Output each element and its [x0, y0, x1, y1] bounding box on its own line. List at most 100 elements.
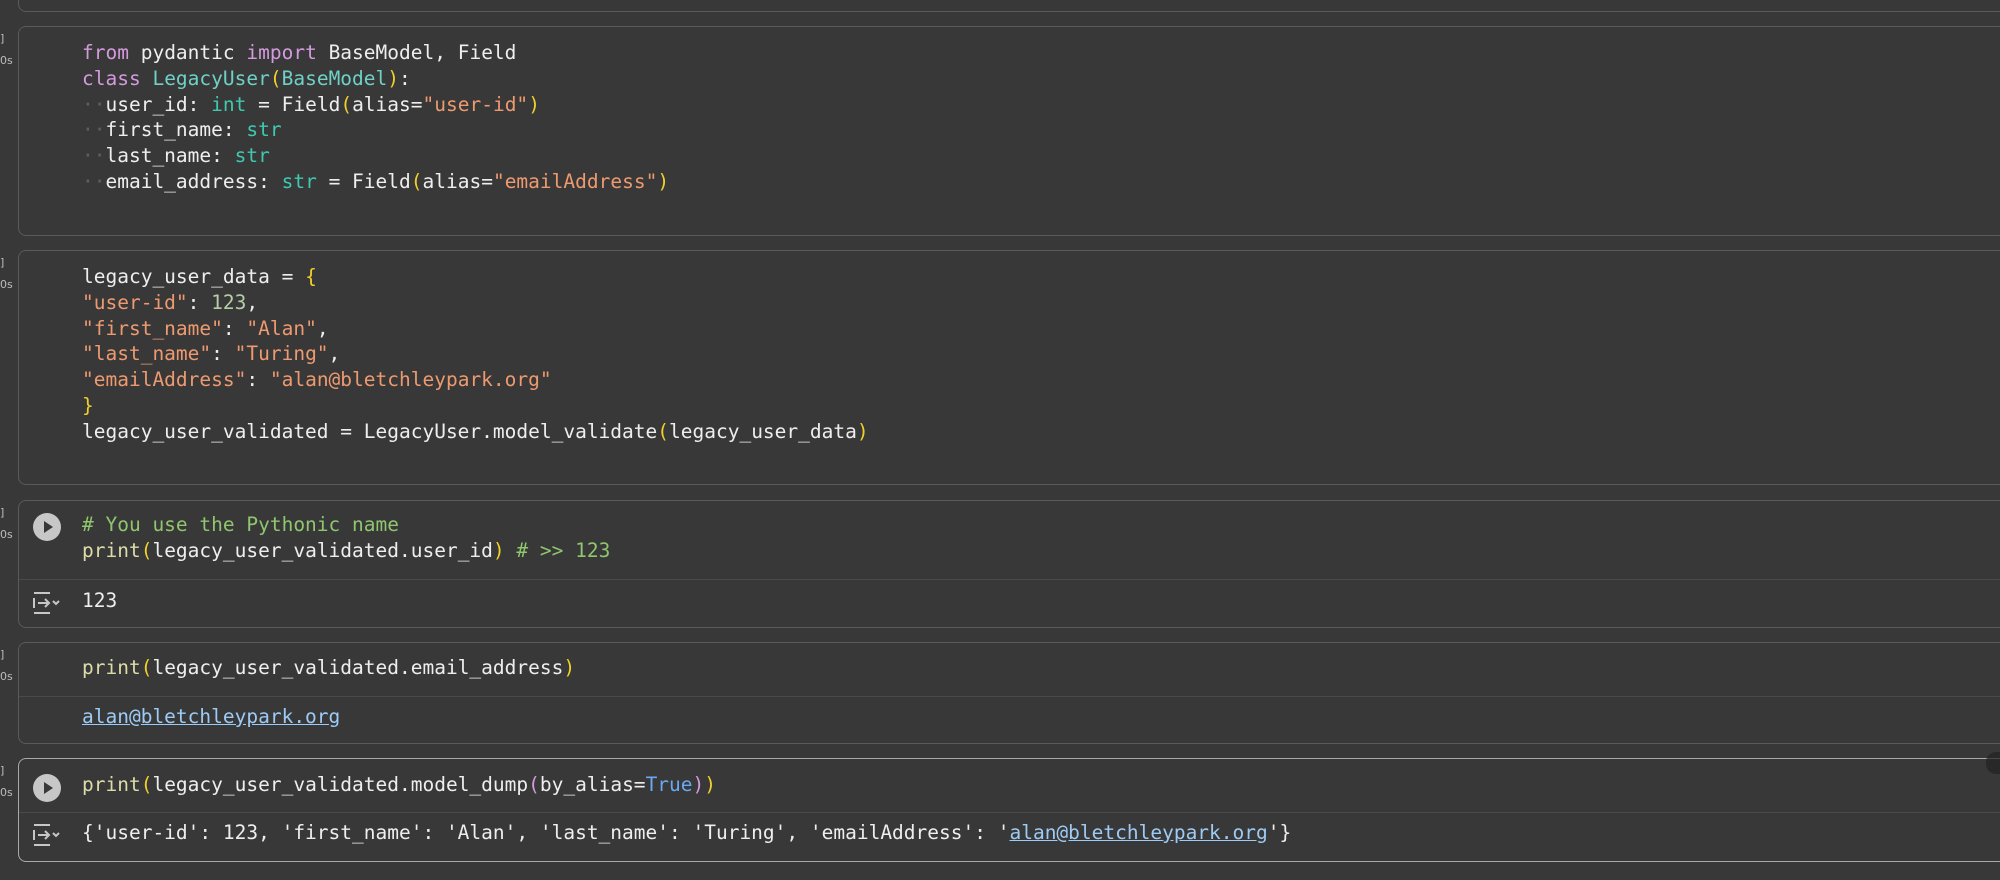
code-token: print [82, 773, 141, 796]
run-cell-button[interactable] [33, 774, 61, 802]
code-token: "emailAddress" [492, 169, 658, 193]
code-token: class [82, 66, 141, 90]
code-token: legacy_user_validated.email_address [152, 656, 564, 679]
output-link[interactable]: alan@bletchleypark.org [82, 705, 340, 728]
code-line: "user-id": 123, [82, 290, 869, 316]
code-token: ) [692, 773, 705, 796]
code-token: ( [140, 538, 153, 562]
previous-cell-edge [18, 0, 2000, 12]
output-link[interactable]: alan@bletchleypark.org [1009, 821, 1267, 844]
code-token: # >> 123 [516, 538, 611, 562]
cell-5-code-editor[interactable]: print(legacy_user_validated.model_dump(b… [82, 772, 716, 798]
scroll-edge [1986, 752, 2000, 774]
code-token: legacy_user_validated = LegacyUser.model… [82, 419, 658, 443]
output-toggle-icon[interactable] [31, 822, 61, 848]
code-token: ) [657, 169, 670, 193]
notebook: ] 0s from pydantic import BaseModel, Fie… [0, 0, 2000, 880]
code-token: last_name: [105, 144, 235, 168]
code-line: legacy_user_validated = LegacyUser.model… [82, 419, 869, 445]
code-token: '} [1267, 821, 1292, 844]
code-token: ·· [82, 92, 106, 116]
code-token: = Field [246, 92, 341, 116]
code-token: legacy_user_data = [82, 265, 306, 288]
cell-2-code-editor[interactable]: legacy_user_data = {"user-id": 123, "firs… [82, 264, 869, 445]
code-token: ( [140, 773, 153, 796]
cell-1-code-editor[interactable]: from pydantic import BaseModel, Field cla… [82, 40, 669, 195]
code-token: import [246, 41, 317, 64]
code-token: , [246, 290, 259, 314]
cell-2-gutter: ] 0s [0, 256, 13, 291]
run-cell-button[interactable] [33, 513, 61, 541]
code-token: from [82, 41, 129, 64]
code-token: BaseModel, Field [316, 41, 517, 64]
code-token: : [399, 66, 411, 90]
code-token: , [316, 316, 329, 340]
code-line: from pydantic import BaseModel, Field [82, 40, 669, 66]
code-token: "Turing" [234, 342, 329, 366]
cell-5-output: {'user-id': 123, 'first_name': 'Alan', '… [82, 820, 1291, 846]
code-token: # You use the Pythonic name [82, 513, 399, 536]
code-token: : [246, 368, 270, 392]
code-token: str [234, 144, 270, 168]
code-cell-3[interactable]: # You use the Pythonic name print(legacy_… [18, 500, 2000, 628]
code-line: ··last_name: str [82, 143, 669, 169]
code-cell-5[interactable]: print(legacy_user_validated.model_dump(b… [18, 758, 2000, 862]
code-token: ) [856, 419, 869, 443]
code-token: first_name: [105, 118, 247, 142]
output-separator [19, 696, 2000, 697]
code-token: int [211, 92, 247, 116]
code-line: "last_name": "Turing", [82, 341, 869, 367]
cell-3-gutter: ] 0s [0, 506, 13, 541]
code-token: 123 [82, 589, 118, 612]
output-separator [19, 812, 2000, 813]
output-toggle-icon[interactable] [31, 590, 61, 616]
code-line: "emailAddress": "alan@bletchleypark.org" [82, 367, 869, 393]
code-cell-1[interactable]: from pydantic import BaseModel, Field cla… [18, 26, 2000, 236]
cell-4-code-editor[interactable]: print(legacy_user_validated.email_addres… [82, 655, 575, 681]
code-token: legacy_user_data [669, 419, 857, 443]
code-token: str [281, 169, 317, 193]
cell-4-gutter: ] 0s [0, 648, 13, 683]
code-token: ) [704, 773, 717, 796]
code-token: user_id: [105, 92, 212, 116]
code-token: pydantic [128, 41, 247, 64]
code-token: { [305, 265, 317, 288]
code-token: email_address: [105, 169, 282, 193]
code-token: ) [528, 92, 540, 116]
code-token: legacy_user_validated.model_dump [152, 773, 529, 796]
code-line: print(legacy_user_validated.model_dump(b… [82, 772, 716, 798]
code-token: ) [492, 538, 505, 562]
code-token: = Field [316, 169, 411, 193]
code-token: ·· [82, 144, 106, 168]
code-token: 123 [211, 290, 247, 314]
code-token: ( [140, 656, 153, 679]
play-circle-icon [44, 521, 53, 533]
code-token: : [211, 342, 235, 366]
code-cell-4[interactable]: print(legacy_user_validated.email_addres… [18, 642, 2000, 744]
code-token: "alan@bletchleypark.org" [269, 368, 552, 392]
code-token: ( [528, 773, 540, 796]
code-token: ( [269, 66, 282, 90]
code-token: alias= [422, 169, 493, 193]
cell-5-gutter: ] 0s [0, 764, 13, 799]
code-cell-2[interactable]: legacy_user_data = {"user-id": 123, "firs… [18, 250, 2000, 485]
code-token: "user-id" [422, 92, 529, 116]
code-token: BaseModel [281, 66, 388, 90]
code-token: , [328, 342, 341, 366]
code-line: class LegacyUser(BaseModel): [82, 66, 669, 92]
code-token: {'user-id': 123, 'first_name': 'Alan', '… [82, 821, 1010, 844]
code-token: print [82, 538, 141, 562]
code-token: by_alias= [539, 773, 646, 796]
code-line: # You use the Pythonic name [82, 512, 610, 538]
code-token: } [82, 393, 94, 417]
code-token: : [222, 316, 247, 340]
code-line: ··first_name: str [82, 117, 669, 143]
code-token: legacy_user_validated.user_id [152, 538, 493, 562]
code-token: ·· [82, 169, 106, 193]
code-line: print(legacy_user_validated.user_id) # >… [82, 538, 610, 564]
cell-3-code-editor[interactable]: # You use the Pythonic name print(legacy_… [82, 512, 610, 564]
code-line: "first_name": "Alan", [82, 316, 869, 342]
code-line: ··user_id: int = Field(alias="user-id") [82, 92, 669, 118]
